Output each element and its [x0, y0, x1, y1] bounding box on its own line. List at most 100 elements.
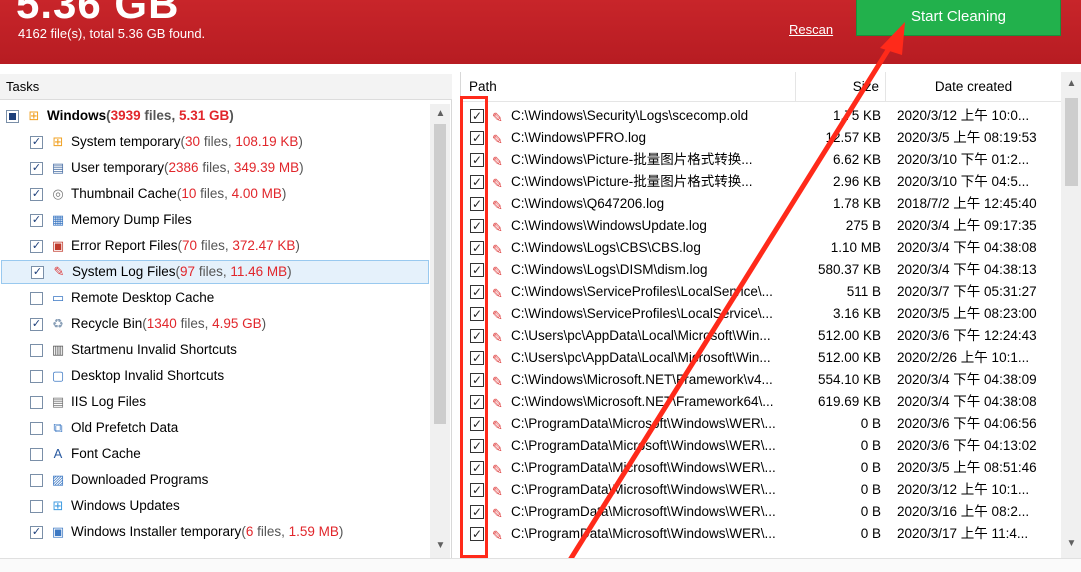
log-file-icon: ✎ [492, 418, 503, 433]
file-row[interactable]: ✓ ✎ C:\Windows\Logs\CBS\CBS.log 1.10 MB 2020… [461, 237, 1061, 259]
task-checkbox[interactable] [30, 395, 43, 409]
file-row[interactable]: ✓ ✎ C:\ProgramData\Microsoft\Windows\WER\.… [461, 457, 1061, 479]
task-count-files: 97 [180, 264, 196, 279]
tasks-scrollbar-thumb[interactable] [434, 124, 446, 424]
task-item[interactable]: ✓ ⊞ System temporary (30 files, 108.19 KB) [30, 130, 303, 154]
files-scrollbar-thumb[interactable] [1065, 98, 1078, 186]
file-size: 1.75 KB [832, 108, 881, 123]
file-row[interactable]: ✓ ✎ C:\ProgramData\Microsoft\Windows\WER\.… [461, 435, 1061, 457]
file-date: 2020/3/7 下午 05:31:27 [897, 284, 1037, 299]
task-item[interactable]: ▨ Downloaded Programs [30, 468, 208, 492]
task-checkbox[interactable]: ✓ [30, 213, 43, 227]
task-label: Old Prefetch Data [71, 420, 179, 435]
task-count: (2386 files, 349.39 MB) [164, 156, 304, 180]
file-row[interactable]: ✓ ✎ C:\ProgramData\Microsoft\Windows\WER\.… [461, 501, 1061, 523]
task-label: Error Report Files [71, 238, 178, 253]
task-item[interactable]: ✓ ▣ Error Report Files (70 files, 372.47 K… [30, 234, 300, 258]
file-date: 2018/7/2 上午 12:45:40 [897, 196, 1037, 211]
task-checkbox[interactable] [30, 499, 43, 513]
file-size: 1.78 KB [832, 196, 881, 211]
file-date: 2020/3/4 上午 09:17:35 [897, 218, 1037, 233]
column-header-size[interactable]: Size [796, 72, 886, 102]
task-item[interactable]: ✓ ▦ Memory Dump Files [30, 208, 192, 232]
file-date: 2020/3/4 下午 04:38:08 [897, 240, 1037, 255]
file-date: 2020/3/16 上午 08:2... [897, 504, 1030, 519]
scroll-up-arrow-icon[interactable]: ▲ [1065, 78, 1078, 92]
tasks-scrollbar[interactable]: ▲ ▼ [430, 104, 450, 558]
file-row[interactable]: ✓ ✎ C:\Users\pc\AppData\Local\Microsoft\Wi… [461, 347, 1061, 369]
task-item[interactable]: ⧉ Old Prefetch Data [30, 416, 178, 440]
file-row[interactable]: ✓ ✎ C:\Windows\Logs\DISM\dism.log 580.37 KB… [461, 259, 1061, 281]
task-checkbox[interactable]: ✓ [30, 239, 43, 253]
task-checkbox[interactable]: ✓ [31, 265, 44, 279]
status-bar [0, 558, 1081, 572]
task-item[interactable]: ▥ Startmenu Invalid Shortcuts [30, 338, 237, 362]
windows-updates-icon: ⊞ [52, 498, 64, 513]
task-label: Memory Dump Files [71, 212, 192, 227]
memory-dump-icon: ▦ [51, 212, 65, 227]
error-report-icon: ▣ [51, 238, 65, 253]
task-item[interactable]: ✓ ▣ Windows Installer temporary (6 files, … [30, 520, 343, 544]
files-panel: Path Size Date created ✓ ✎ C:\Windows\Secu… [460, 72, 1081, 558]
task-count-files: 30 [185, 134, 201, 149]
task-checkbox[interactable]: ✓ [30, 135, 43, 149]
file-path: C:\Windows\Picture-批量图片格式转换... [511, 152, 753, 167]
task-item[interactable]: ▢ Desktop Invalid Shortcuts [30, 364, 224, 388]
task-checkbox[interactable] [30, 473, 43, 487]
rescan-link[interactable]: Rescan [789, 22, 833, 37]
task-label: Font Cache [71, 446, 141, 461]
total-size-display: 5.36 GB [16, 0, 180, 27]
file-date: 2020/3/12 上午 10:0... [897, 108, 1030, 123]
task-checkbox[interactable] [30, 421, 43, 435]
task-checkbox[interactable]: ✓ [30, 317, 43, 331]
file-row[interactable]: ✓ ✎ C:\Windows\WindowsUpdate.log 275 B 2020/… [461, 215, 1061, 237]
file-row[interactable]: ✓ ✎ C:\ProgramData\Microsoft\Windows\WER\.… [461, 479, 1061, 501]
files-scrollbar[interactable]: ▲ ▼ [1061, 72, 1081, 558]
task-count-files-word: files [198, 160, 227, 175]
files-list: ✓ ✎ C:\Windows\Security\Logs\scecomp.old 1.… [461, 105, 1061, 558]
file-row[interactable]: ✓ ✎ C:\Windows\Security\Logs\scecomp.old 1.… [461, 105, 1061, 127]
system-log-icon: ✎ [53, 264, 65, 279]
task-item[interactable]: ✓ ◎ Thumbnail Cache (10 files, 4.00 MB) [30, 182, 286, 206]
column-header-date[interactable]: Date created [886, 72, 1061, 102]
task-item[interactable]: ▭ Remote Desktop Cache [30, 286, 214, 310]
file-row[interactable]: ✓ ✎ C:\Windows\ServiceProfiles\LocalServic… [461, 281, 1061, 303]
task-checkbox[interactable]: ✓ [30, 161, 43, 175]
task-item[interactable]: ⊞ Windows Updates [30, 494, 180, 518]
task-item[interactable]: ✓ ▤ User temporary (2386 files, 349.39 MB) [30, 156, 304, 180]
file-row[interactable]: ✓ ✎ C:\Windows\ServiceProfiles\LocalServic… [461, 303, 1061, 325]
task-checkbox[interactable] [30, 369, 43, 383]
task-count-files-word: files [140, 108, 172, 123]
task-checkbox[interactable] [6, 109, 19, 123]
task-item[interactable]: ▤ IIS Log Files [30, 390, 146, 414]
file-row[interactable]: ✓ ✎ C:\Windows\Microsoft.NET\Framework\v4.… [461, 369, 1061, 391]
file-row[interactable]: ✓ ✎ C:\Windows\PFRO.log 12.57 KB 2020/3/5 上午… [461, 127, 1061, 149]
startmenu-icon: ▥ [51, 342, 65, 357]
file-row[interactable]: ✓ ✎ C:\Windows\Picture-批量图片格式转换... 2.96 KB 2… [461, 171, 1061, 193]
file-size: 275 B [845, 218, 881, 233]
file-row[interactable]: ✓ ✎ C:\Users\pc\AppData\Local\Microsoft\Wi… [461, 325, 1061, 347]
task-item[interactable]: ⊞ Windows (3939 files, 5.31 GB) [6, 104, 234, 128]
column-header-path[interactable]: Path [461, 72, 796, 102]
task-checkbox[interactable]: ✓ [30, 187, 43, 201]
task-checkbox[interactable]: ✓ [30, 525, 43, 539]
scroll-down-arrow-icon[interactable]: ▼ [434, 540, 447, 554]
log-file-icon: ✎ [492, 528, 503, 543]
start-cleaning-button[interactable]: Start Cleaning [856, 0, 1061, 36]
file-row[interactable]: ✓ ✎ C:\Windows\Picture-批量图片格式转换... 6.62 KB 2… [461, 149, 1061, 171]
task-item[interactable]: A Font Cache [30, 442, 141, 466]
task-item[interactable]: ✓ ♻ Recycle Bin (1340 files, 4.95 GB) [30, 312, 266, 336]
scroll-up-arrow-icon[interactable]: ▲ [434, 108, 447, 122]
task-count: (10 files, 4.00 MB) [177, 182, 287, 206]
file-row[interactable]: ✓ ✎ C:\ProgramData\Microsoft\Windows\WER\.… [461, 523, 1061, 545]
file-row[interactable]: ✓ ✎ C:\ProgramData\Microsoft\Windows\WER\.… [461, 413, 1061, 435]
scroll-down-arrow-icon[interactable]: ▼ [1065, 538, 1078, 552]
file-row[interactable]: ✓ ✎ C:\Windows\Q647206.log 1.78 KB 2018/7/2 … [461, 193, 1061, 215]
task-label: System Log Files [72, 264, 176, 279]
task-item[interactable]: ✓ ✎ System Log Files (97 files, 11.46 MB) [1, 260, 429, 284]
task-checkbox[interactable] [30, 447, 43, 461]
task-checkbox[interactable] [30, 291, 43, 305]
file-row[interactable]: ✓ ✎ C:\Windows\Microsoft.NET\Framework64\.… [461, 391, 1061, 413]
file-date: 2020/3/5 上午 08:51:46 [897, 460, 1037, 475]
task-checkbox[interactable] [30, 343, 43, 357]
